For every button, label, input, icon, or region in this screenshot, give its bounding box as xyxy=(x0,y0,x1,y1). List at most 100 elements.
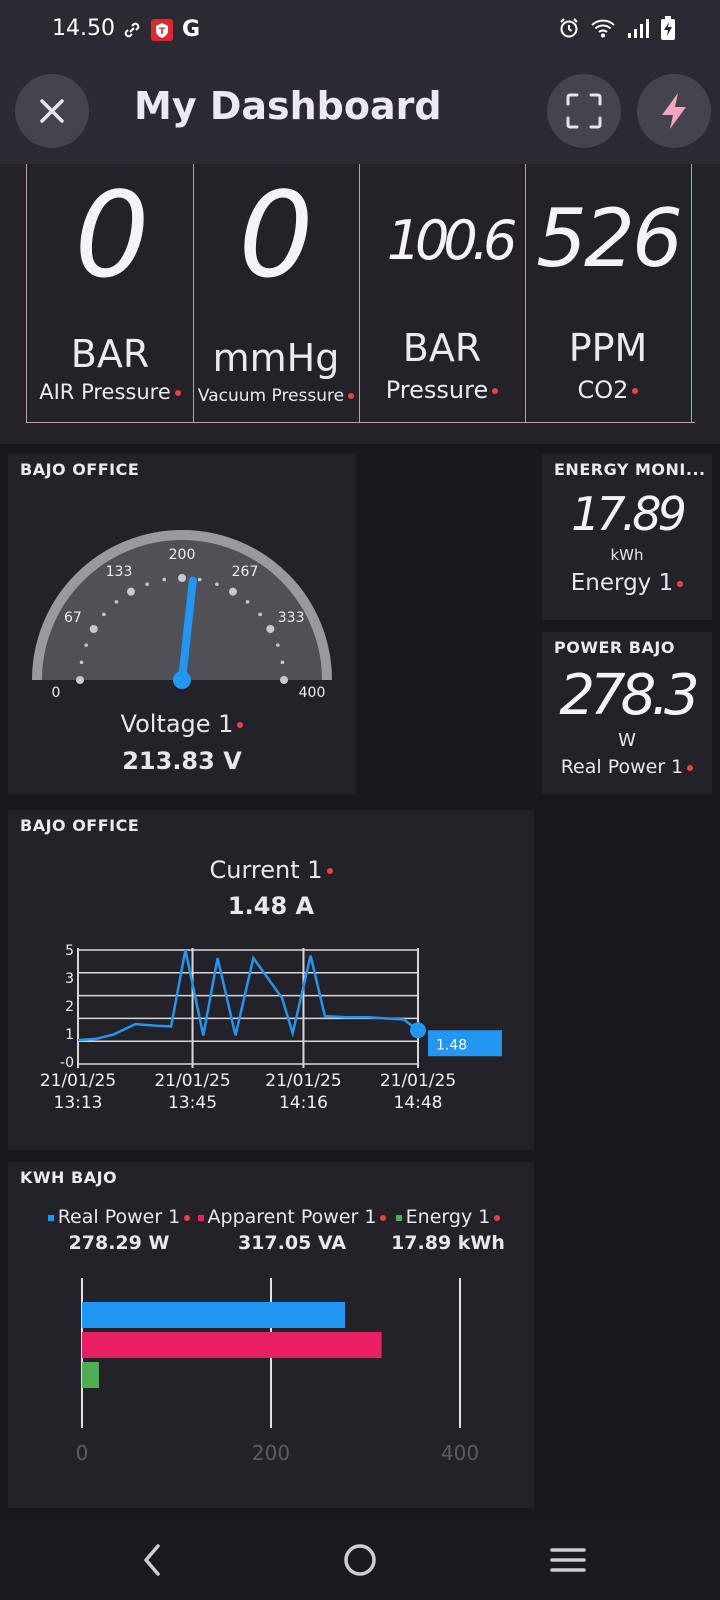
status-dot xyxy=(326,868,333,874)
gauge-tick-dot xyxy=(245,600,250,604)
gauge-tick-dot xyxy=(102,612,106,617)
tile-pressure[interactable]: 100.6 BAR Pressure xyxy=(359,164,526,422)
legend-swatch xyxy=(197,1214,204,1221)
x-tick-date: 21/01/25 xyxy=(154,1071,230,1091)
kwh-legend: Real Power 1 278.29 W Apparent Power 1 3… xyxy=(8,1206,534,1266)
app-bar: My Dashboard xyxy=(0,62,720,164)
card-title: POWER BAJO xyxy=(554,638,675,657)
menu-icon[interactable] xyxy=(548,1540,588,1580)
tile-unit: BAR xyxy=(70,332,150,376)
status-dot xyxy=(184,1214,191,1221)
signal-icon xyxy=(628,19,649,38)
tile-label: AIR Pressure xyxy=(27,380,193,404)
fullscreen-icon xyxy=(566,93,602,129)
gauge-tick-dot xyxy=(276,643,280,647)
y-tick-label: 3 xyxy=(65,971,74,987)
status-dot xyxy=(687,764,694,771)
tile-unit: BAR xyxy=(402,326,482,370)
x-tick-label: 200 xyxy=(252,1441,290,1465)
gauge-tick-dot xyxy=(127,587,135,596)
current-chart-card[interactable]: BAJO OFFICE Current 1 1.48 A 5 3 2 1 -0 21/01… xyxy=(8,810,534,1150)
x-tick-date: 21/01/25 xyxy=(265,1071,341,1091)
gauge-tick-dot xyxy=(280,676,288,684)
navigation-bar xyxy=(0,1520,720,1600)
tile-vacuum-pressure[interactable]: 0 mmHg Vacuum Pressure xyxy=(193,164,360,422)
svg-text:T: T xyxy=(159,27,166,37)
status-dot xyxy=(494,1214,501,1221)
x-tick-label: 0 xyxy=(76,1441,89,1465)
card-title: KWH BAJO xyxy=(20,1168,118,1187)
tile-label: CO2 xyxy=(525,376,691,404)
gauge-tick-dot xyxy=(145,582,149,586)
legend-swatch xyxy=(47,1214,54,1221)
voltage-gauge: 0 67 133 200 267 333 400 xyxy=(32,530,332,701)
last-value-label: 1.48 xyxy=(436,1037,467,1053)
y-tick-label: -0 xyxy=(60,1055,74,1071)
tile-label: Pressure xyxy=(359,376,525,404)
energy-monitor-card[interactable]: ENERGY MONI... 17.89 kWh Energy 1 xyxy=(542,454,712,620)
gauge-tick-dot xyxy=(79,660,84,665)
close-icon xyxy=(40,99,64,123)
gauge-tick-dot xyxy=(76,676,84,684)
x-tick-time: 13:45 xyxy=(168,1093,217,1113)
tile-co2[interactable]: 526 PPM CO2 xyxy=(525,164,692,422)
tile-unit: mmHg xyxy=(212,336,340,380)
gauge-tick-dot xyxy=(215,582,219,586)
kwh-bar-chart-card[interactable]: KWH BAJO Real Power 1 278.29 W Apparent … xyxy=(8,1162,534,1508)
gauge-tick-dot xyxy=(266,625,275,633)
energy-label: Energy 1 xyxy=(542,570,712,596)
tile-value-text: 526 xyxy=(536,192,680,285)
gauge-tick-label: 133 xyxy=(106,564,133,580)
gauge-tick-label: 200 xyxy=(169,547,196,563)
app-notification-icon: T xyxy=(151,18,173,41)
tile-air-pressure[interactable]: 0 BAR AIR Pressure xyxy=(27,164,194,422)
gauge-tick-dot xyxy=(178,574,186,582)
energy-value-display: 17.89 xyxy=(571,487,688,541)
status-dot xyxy=(492,388,499,394)
gauge-tick-dot xyxy=(89,625,98,633)
page-title: My Dashboard xyxy=(134,84,442,128)
power-value-text: 278.3 xyxy=(559,663,697,726)
gauge-tick-dot xyxy=(280,660,285,665)
status-time: 14.50 xyxy=(52,16,115,41)
close-button[interactable] xyxy=(15,74,89,148)
gauge-tick-label: 333 xyxy=(278,610,305,626)
bar-energy-1 xyxy=(82,1362,99,1388)
fullscreen-button[interactable] xyxy=(547,74,621,148)
status-bar: 14.50 T G xyxy=(0,0,720,62)
status-dot xyxy=(632,388,639,394)
status-dot xyxy=(677,580,684,587)
wifi-icon xyxy=(591,19,615,38)
card-title: BAJO OFFICE xyxy=(20,460,140,479)
x-tick-date: 21/01/25 xyxy=(380,1071,456,1091)
power-bajo-card[interactable]: POWER BAJO 278.3 W Real Power 1 xyxy=(542,632,712,794)
current-label: Current 1 xyxy=(8,856,534,884)
y-tick-label: 5 xyxy=(65,943,74,959)
back-icon[interactable] xyxy=(134,1540,174,1580)
y-tick-label: 2 xyxy=(65,999,74,1015)
gauge-tick-label: 267 xyxy=(232,564,259,580)
voltage-gauge-card[interactable]: BAJO OFFICE 0 67 133 200 267 333 400 Voltage 1… xyxy=(8,454,356,794)
tile-value-text: 0 xyxy=(74,176,145,296)
status-dot xyxy=(237,722,244,728)
google-icon: G xyxy=(182,17,201,42)
alarm-icon xyxy=(560,18,578,38)
gauge-tick-dot xyxy=(229,587,237,596)
status-dot xyxy=(174,390,181,396)
last-point-marker xyxy=(410,1022,426,1039)
x-tick-date: 21/01/25 xyxy=(40,1071,116,1091)
power-unit: W xyxy=(618,730,636,751)
bar-apparent-power-1 xyxy=(82,1332,382,1358)
legend-item-apparent-power: Apparent Power 1 317.05 VA xyxy=(194,1206,390,1254)
gauge-tick-label: 0 xyxy=(52,685,61,701)
gauge-value: 213.83 V xyxy=(122,747,242,775)
tile-value-text: 0 xyxy=(238,176,313,296)
gauge-pivot xyxy=(173,671,191,689)
lightning-icon xyxy=(662,93,686,129)
gauge-tick-dot xyxy=(162,577,167,582)
tiles-frame: 0 BAR AIR Pressure 0 mmHg Vacuum Pressur… xyxy=(26,164,695,423)
power-value-display: 278.3 xyxy=(559,663,702,726)
lightning-button[interactable] xyxy=(637,74,711,148)
tile-value-display: 526 xyxy=(536,192,683,285)
home-icon[interactable] xyxy=(340,1540,380,1580)
